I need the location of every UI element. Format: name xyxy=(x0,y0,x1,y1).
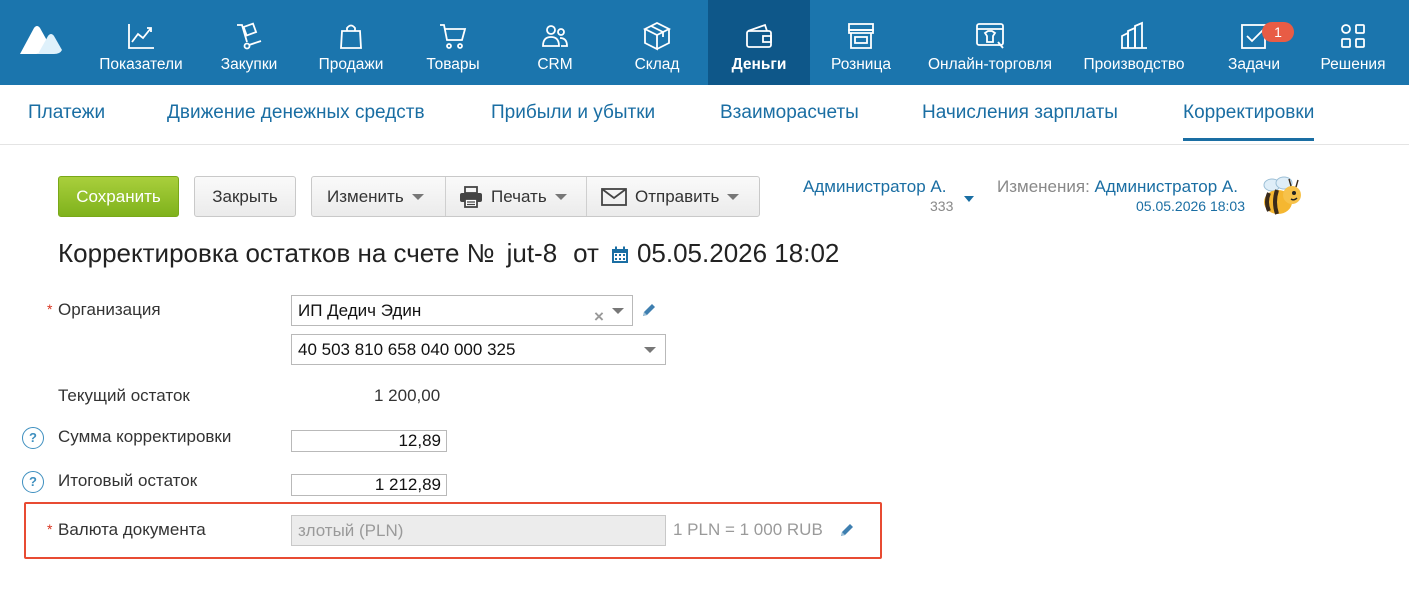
sub-navigation: Платежи Движение денежных средств Прибыл… xyxy=(0,85,1409,145)
required-mark: * xyxy=(47,301,53,317)
shopping-bag-icon xyxy=(334,20,368,52)
nav-label: Решения xyxy=(1320,56,1386,73)
tab-payroll[interactable]: Начисления зарплаты xyxy=(922,102,1118,124)
print-dropdown-button[interactable]: Печать xyxy=(459,177,567,216)
printer-icon xyxy=(460,185,482,208)
tab-profit-loss[interactable]: Прибыли и убытки xyxy=(491,102,655,124)
title-from: от xyxy=(573,238,599,268)
changes-date: 05.05.2026 18:03 xyxy=(1136,198,1245,214)
changes-info: Изменения: Администратор А. xyxy=(997,177,1238,197)
nav-item-money[interactable]: Деньги xyxy=(708,0,810,85)
help-icon[interactable]: ? xyxy=(22,427,44,449)
currency-label: Валюта документа xyxy=(58,520,206,539)
edit-rate-pencil-icon[interactable] xyxy=(839,522,855,538)
shopping-cart-icon xyxy=(436,20,470,52)
account-select[interactable]: 40 503 810 658 040 000 325 xyxy=(291,334,666,365)
correction-sum-label: Сумма корректировки xyxy=(58,427,232,446)
page-title: Корректировка остатков на счете № jut-8 … xyxy=(58,238,839,269)
final-balance-input[interactable]: 1 212,89 xyxy=(291,474,447,496)
nav-label: Продажи xyxy=(318,56,384,73)
document-number[interactable]: jut-8 xyxy=(507,238,558,269)
divider xyxy=(445,177,446,216)
clear-icon[interactable]: × xyxy=(594,302,604,331)
owner-code: 333 xyxy=(930,198,954,214)
nav-label: Деньги xyxy=(731,56,787,73)
nav-label: Закупки xyxy=(220,56,278,73)
chart-line-icon xyxy=(124,20,158,52)
current-balance-label: Текущий остаток xyxy=(58,386,190,405)
nav-item-indicators[interactable]: Показатели xyxy=(90,0,192,85)
chevron-down-icon[interactable] xyxy=(644,347,656,353)
box-icon xyxy=(640,20,674,52)
nav-label: Онлайн-торговля xyxy=(927,56,1053,73)
bee-mascot-icon[interactable] xyxy=(1258,175,1304,217)
cart-dolly-icon xyxy=(232,20,266,52)
tab-corrections[interactable]: Корректировки xyxy=(1183,102,1315,141)
print-label: Печать xyxy=(491,186,547,206)
tab-settlements[interactable]: Взаиморасчеты xyxy=(720,102,859,124)
save-button[interactable]: Сохранить xyxy=(58,176,179,217)
current-balance-value: 1 200,00 xyxy=(374,386,441,405)
currency-select: злотый (PLN) xyxy=(291,515,666,546)
organization-label: Организация xyxy=(58,300,161,319)
edit-label: Изменить xyxy=(327,186,404,206)
send-dropdown-button[interactable]: Отправить xyxy=(601,177,740,216)
nav-label: Товары xyxy=(426,56,480,73)
nav-item-sales[interactable]: Продажи xyxy=(305,0,397,85)
nav-item-crm[interactable]: CRM xyxy=(518,0,592,85)
nav-item-retail[interactable]: Розница xyxy=(820,0,902,85)
owner-link[interactable]: Администратор А. xyxy=(803,177,946,197)
help-icon[interactable]: ? xyxy=(22,471,44,493)
chevron-down-icon[interactable] xyxy=(612,308,624,314)
factory-icon xyxy=(1117,20,1151,52)
store-icon xyxy=(844,20,878,52)
changes-label: Изменения: xyxy=(997,177,1090,196)
final-balance-label: Итоговый остаток xyxy=(58,471,198,490)
organization-select[interactable]: ИП Дедич Эдин × xyxy=(291,295,633,326)
organization-value: ИП Дедич Эдин xyxy=(298,301,422,320)
nav-label: Производство xyxy=(1083,56,1185,73)
send-label: Отправить xyxy=(635,186,720,206)
apps-grid-icon xyxy=(1336,20,1370,52)
nav-label: Склад xyxy=(634,56,680,73)
nav-label: Задачи xyxy=(1227,56,1281,73)
tab-payments[interactable]: Платежи xyxy=(28,102,105,124)
nav-item-production[interactable]: Производство xyxy=(1076,0,1192,85)
nav-item-purchases[interactable]: Закупки xyxy=(205,0,293,85)
correction-sum-input[interactable]: 12,89 xyxy=(291,430,447,452)
owner-dropdown-icon[interactable] xyxy=(964,196,974,202)
tab-cash-flow[interactable]: Движение денежных средств xyxy=(167,102,425,124)
chevron-down-icon xyxy=(411,193,424,200)
divider xyxy=(586,177,587,216)
envelope-icon xyxy=(601,187,627,206)
title-text: Корректировка остатков на счете № xyxy=(58,238,495,268)
changes-user-link[interactable]: Администратор А. xyxy=(1095,177,1238,196)
nav-item-warehouse[interactable]: Склад xyxy=(614,0,700,85)
chevron-down-icon xyxy=(727,193,740,200)
nav-item-solutions[interactable]: Решения xyxy=(1312,0,1394,85)
tasks-count-badge: 1 xyxy=(1262,22,1294,42)
account-value: 40 503 810 658 040 000 325 xyxy=(298,340,516,359)
nav-label: CRM xyxy=(537,56,573,73)
wallet-icon xyxy=(742,20,776,52)
nav-item-tasks[interactable]: 1 Задачи xyxy=(1218,0,1294,85)
nav-item-goods[interactable]: Товары xyxy=(410,0,496,85)
exchange-rate: 1 PLN = 1 000 RUB xyxy=(673,520,823,539)
users-icon xyxy=(538,20,572,52)
close-button[interactable]: Закрыть xyxy=(194,176,296,217)
nav-label: Розница xyxy=(831,56,891,73)
nav-item-online-trade[interactable]: Онлайн-торговля xyxy=(918,0,1062,85)
calendar-icon[interactable] xyxy=(611,246,629,264)
online-shop-icon xyxy=(973,20,1007,52)
required-mark: * xyxy=(47,521,53,537)
nav-label: Показатели xyxy=(99,56,183,73)
top-navigation: Показатели Закупки Продажи Товары CRM Ск… xyxy=(0,0,1409,85)
edit-dropdown-button[interactable]: Изменить xyxy=(327,177,424,216)
action-button-group: Изменить Печать Отправить xyxy=(311,176,760,217)
app-logo-icon[interactable] xyxy=(18,24,64,56)
edit-pencil-icon[interactable] xyxy=(641,302,657,318)
document-date[interactable]: 05.05.2026 18:02 xyxy=(637,238,839,269)
chevron-down-icon xyxy=(554,193,567,200)
